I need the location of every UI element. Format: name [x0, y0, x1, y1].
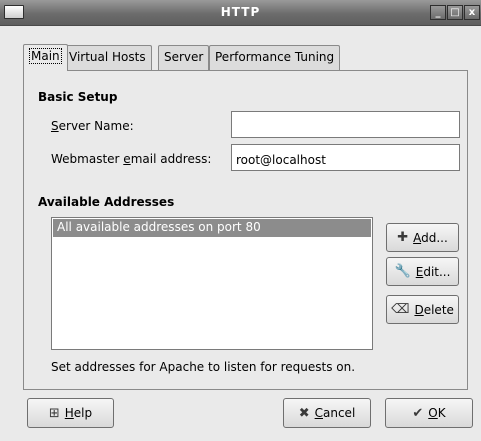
x-icon: ✖ [298, 405, 310, 421]
delete-label-rest: elete [423, 302, 454, 317]
delete-mnemonic: D [414, 302, 424, 317]
addresses-list[interactable]: All available addresses on port 80 [51, 217, 373, 350]
help-mnemonic: H [64, 406, 74, 420]
cancel-button-label: Cancel [315, 406, 356, 420]
tab-server[interactable]: Server [158, 45, 210, 70]
ok-label-rest: K [437, 406, 446, 420]
edit-label-rest: dit... [423, 264, 451, 279]
help-icon: ⊞ [48, 405, 60, 421]
add-button[interactable]: ✚ Add... [386, 223, 459, 252]
tab-virtual-hosts[interactable]: Virtual Hosts [63, 45, 152, 70]
server-name-label-text: erver Name: [58, 119, 134, 133]
cancel-button[interactable]: ✖ Cancel [283, 398, 371, 428]
server-name-mnemonic: S [51, 119, 59, 133]
server-name-label: Server Name: [51, 119, 134, 133]
tab-performance-tuning[interactable]: Performance Tuning [209, 45, 341, 70]
webmaster-email-input[interactable] [231, 144, 460, 171]
minimize-button[interactable]: _ [430, 5, 446, 20]
tab-main[interactable]: Main [23, 44, 68, 71]
title-bar[interactable]: HTTP _ □ x [0, 0, 481, 26]
help-button[interactable]: ⊞ Help [27, 398, 114, 428]
close-button[interactable]: x [464, 5, 480, 20]
check-icon: ✔ [412, 405, 424, 421]
available-addresses-title: Available Addresses [38, 195, 175, 209]
help-label-rest: elp [73, 406, 93, 420]
help-button-label: Help [65, 406, 92, 420]
add-button-label: Add... [413, 231, 448, 245]
trash-icon: ⌫ [391, 302, 410, 317]
tab-performance-tuning-label: Performance Tuning [215, 50, 335, 64]
ok-button[interactable]: ✔ OK [385, 398, 473, 428]
wrench-icon: 🔧 [394, 264, 411, 279]
delete-button-label: Delete [414, 303, 453, 317]
list-item[interactable]: All available addresses on port 80 [53, 219, 371, 237]
basic-setup-title: Basic Setup [38, 90, 118, 104]
webmaster-email-label: Webmaster email address: [51, 152, 211, 166]
ok-mnemonic: O [428, 406, 438, 420]
cancel-mnemonic: C [314, 406, 323, 420]
maximize-button[interactable]: □ [447, 5, 463, 20]
tab-virtual-hosts-label: Virtual Hosts [69, 50, 146, 64]
webmaster-label-pre: Webmaster [51, 152, 124, 166]
server-name-input[interactable] [231, 111, 460, 138]
addresses-hint: Set addresses for Apache to listen for r… [51, 360, 356, 374]
tab-server-label: Server [164, 50, 204, 64]
http-dialog: HTTP _ □ x Main Virtual Hosts Server Per… [0, 0, 481, 441]
webmaster-mnemonic: e [123, 152, 131, 166]
plus-icon: ✚ [397, 230, 409, 245]
ok-button-label: OK [428, 406, 445, 420]
tab-main-label: Main [29, 48, 62, 64]
edit-button-label: Edit... [416, 265, 451, 279]
add-mnemonic: A [413, 230, 422, 245]
window-title: HTTP [220, 5, 261, 19]
edit-button[interactable]: 🔧 Edit... [386, 257, 459, 286]
webmaster-label-post: mail address: [130, 152, 212, 166]
add-label-rest: dd... [421, 230, 448, 245]
cancel-label-rest: ancel [323, 406, 356, 420]
delete-button[interactable]: ⌫ Delete [386, 295, 459, 324]
